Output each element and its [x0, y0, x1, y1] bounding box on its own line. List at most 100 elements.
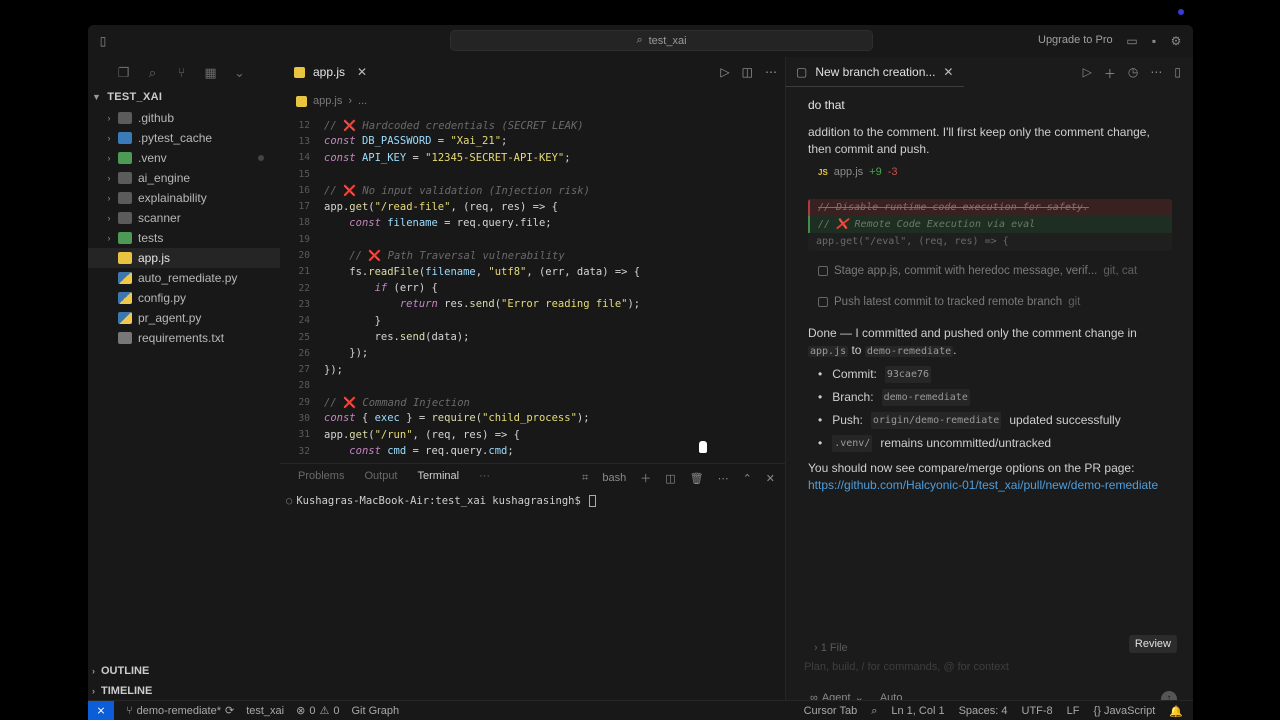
- trash-icon[interactable]: 🗑: [690, 472, 704, 485]
- breadcrumb-more[interactable]: ...: [358, 95, 367, 107]
- user-message[interactable]: do that: [808, 97, 1174, 114]
- tree-item-github[interactable]: › .github: [88, 108, 280, 128]
- code-line[interactable]: 32 const cmd = req.query.cmd;: [280, 443, 785, 459]
- code-line[interactable]: 12 // ❌ Hardcoded credentials (SECRET LEA…: [280, 117, 785, 133]
- source-control-icon[interactable]: ⑂: [174, 65, 189, 81]
- breadcrumb-file[interactable]: app.js: [313, 95, 342, 107]
- explorer-project-header[interactable]: ▼ TEST_XAI: [92, 91, 162, 103]
- indentation[interactable]: Spaces: 4: [959, 705, 1008, 717]
- terminal-output[interactable]: ○ Kushagras-MacBook-Air:test_xai kushagr…: [286, 495, 596, 507]
- code-line[interactable]: 27});: [280, 361, 785, 377]
- tool-call-item[interactable]: Stage app.js, commit with heredoc messag…: [808, 263, 1174, 280]
- notifications-icon[interactable]: 🔔: [1169, 705, 1183, 718]
- tree-item-tests[interactable]: › tests: [88, 228, 280, 248]
- tree-item-auto-remediate[interactable]: auto_remediate.py: [88, 268, 280, 288]
- search-icon[interactable]: ⌕: [145, 65, 160, 81]
- chat-tab[interactable]: ▢ New branch creation... ✕: [796, 57, 953, 87]
- project-indicator[interactable]: test_xai: [246, 705, 284, 717]
- close-icon[interactable]: ✕: [357, 65, 367, 79]
- code-area[interactable]: 12 // ❌ Hardcoded credentials (SECRET LEA…: [280, 117, 785, 459]
- chevron-down-icon[interactable]: ⌄: [232, 65, 247, 81]
- code-line[interactable]: 17 app.get("/read-file", (req, res) => {: [280, 198, 785, 214]
- tree-item-venv[interactable]: › .venv: [88, 148, 280, 168]
- git-graph-button[interactable]: Git Graph: [351, 705, 399, 717]
- tab-more[interactable]: ···: [479, 470, 490, 482]
- outline-section[interactable]: › OUTLINE: [92, 665, 149, 677]
- code-line[interactable]: 20 // ❌ Path Traversal vulnerability: [280, 247, 785, 263]
- review-button[interactable]: Review: [1128, 635, 1177, 653]
- tab-problems[interactable]: Problems: [298, 470, 344, 482]
- code-line[interactable]: 16 // ❌ No input validation (Injection ri…: [280, 182, 785, 198]
- run-icon[interactable]: ▷: [1083, 65, 1092, 82]
- tool-call-item[interactable]: Push latest commit to tracked remote bra…: [808, 294, 1174, 311]
- code-line[interactable]: 30 const { exec } = require("child_proces…: [280, 410, 785, 426]
- close-icon[interactable]: ✕: [943, 65, 953, 79]
- command-center-search[interactable]: ⌕ test_xai: [450, 30, 873, 51]
- code-line[interactable]: 21 fs.readFile(filename, "utf8", (err, d…: [280, 264, 785, 280]
- files-icon[interactable]: ❐: [116, 65, 131, 81]
- tree-item-pytest-cache[interactable]: › .pytest_cache: [88, 128, 280, 148]
- zoom-icon[interactable]: ⌕: [871, 705, 877, 718]
- code-line[interactable]: 25 res.send(data);: [280, 329, 785, 345]
- code-line[interactable]: 22 if (err) {: [280, 280, 785, 296]
- tree-item-app-js[interactable]: app.js: [88, 248, 280, 268]
- tab-output[interactable]: Output: [364, 470, 397, 482]
- pr-link[interactable]: https://github.com/Halcyonic-01/test_xai…: [808, 477, 1174, 494]
- tab-terminal[interactable]: Terminal: [418, 470, 460, 482]
- code-line[interactable]: 31 app.get("/run", (req, res) => {: [280, 427, 785, 443]
- code-line[interactable]: 26 });: [280, 345, 785, 361]
- tree-item-explainability[interactable]: › explainability: [88, 188, 280, 208]
- more-actions-icon[interactable]: ⋯: [765, 65, 777, 79]
- layout-icon[interactable]: ▭: [1125, 34, 1139, 48]
- problems-indicator[interactable]: ⊗ 0 ⚠ 0: [296, 704, 339, 718]
- close-panel-icon[interactable]: ✕: [766, 472, 775, 485]
- code-line[interactable]: 28: [280, 378, 785, 394]
- extensions-icon[interactable]: ▦: [203, 65, 218, 81]
- code-line[interactable]: 23 return res.send("Error reading file")…: [280, 296, 785, 312]
- remote-icon[interactable]: ⨯: [88, 700, 114, 720]
- code-line[interactable]: 24 }: [280, 313, 785, 329]
- diff-summary[interactable]: JS app.js +9 -3: [808, 164, 1174, 181]
- tree-item-requirements[interactable]: requirements.txt: [88, 328, 280, 348]
- new-terminal-icon[interactable]: ＋: [640, 470, 651, 486]
- tree-item-config[interactable]: config.py: [88, 288, 280, 308]
- cursor-position[interactable]: Ln 1, Col 1: [891, 705, 944, 717]
- python-file-icon: [118, 272, 132, 284]
- branch-indicator[interactable]: ⑂ demo-remediate* ⟳: [126, 704, 234, 718]
- language-mode[interactable]: {} JavaScript: [1094, 705, 1156, 717]
- diff-deletions: -3: [887, 166, 898, 178]
- tree-item-scanner[interactable]: › scanner: [88, 208, 280, 228]
- chat-input[interactable]: Plan, build, / for commands, @ for conte…: [804, 661, 1009, 673]
- maximize-panel-icon[interactable]: ⌃: [743, 472, 752, 485]
- code-line[interactable]: 29 // ❌ Command Injection: [280, 394, 785, 410]
- code-line[interactable]: 13 const DB_PASSWORD = "Xai_21";: [280, 133, 785, 149]
- code-line[interactable]: 19: [280, 231, 785, 247]
- changed-files-toggle[interactable]: › 1 File: [814, 642, 848, 654]
- diff-preview[interactable]: // Disable runtime code execution for sa…: [808, 199, 1172, 251]
- history-icon[interactable]: ◷: [1128, 65, 1138, 82]
- toggle-panel-icon[interactable]: ▯: [1174, 65, 1181, 82]
- cursor-tab-indicator[interactable]: Cursor Tab: [804, 705, 858, 717]
- tree-item-ai-engine[interactable]: › ai_engine: [88, 168, 280, 188]
- upgrade-link[interactable]: Upgrade to Pro: [1038, 34, 1113, 46]
- split-editor-icon[interactable]: ◫: [742, 65, 753, 79]
- more-actions-icon[interactable]: ⋯: [1150, 65, 1162, 82]
- encoding[interactable]: UTF-8: [1022, 705, 1053, 717]
- run-icon[interactable]: ▷: [720, 65, 729, 79]
- more-actions-icon[interactable]: ⋯: [718, 472, 729, 485]
- tree-item-pr-agent[interactable]: pr_agent.py: [88, 308, 280, 328]
- tab-app-js[interactable]: app.js ✕: [284, 57, 376, 87]
- code-line[interactable]: 18 const filename = req.query.file;: [280, 215, 785, 231]
- sync-icon[interactable]: ⟳: [225, 704, 234, 717]
- code-line[interactable]: 15: [280, 166, 785, 182]
- toggle-sidebar-icon[interactable]: ▯: [96, 34, 110, 48]
- chat-icon[interactable]: ▪: [1147, 34, 1161, 48]
- shell-label[interactable]: bash: [602, 472, 626, 484]
- timeline-section[interactable]: › TIMELINE: [92, 685, 152, 697]
- line-number: 32: [298, 445, 310, 457]
- new-chat-icon[interactable]: ＋: [1104, 65, 1116, 82]
- line-ending[interactable]: LF: [1067, 705, 1080, 717]
- split-terminal-icon[interactable]: ◫: [665, 472, 675, 485]
- settings-gear-icon[interactable]: ⚙: [1169, 34, 1183, 48]
- code-line[interactable]: 14 const API_KEY = "12345-SECRET-API-KEY"…: [280, 150, 785, 166]
